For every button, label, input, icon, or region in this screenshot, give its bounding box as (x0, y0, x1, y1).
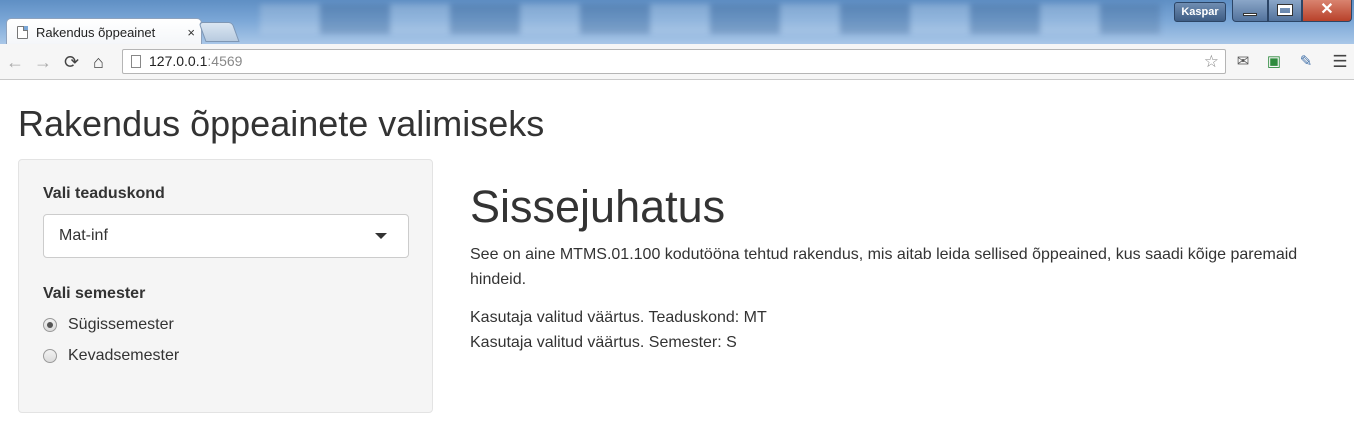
tab-close-icon[interactable]: × (187, 25, 195, 40)
address-bar[interactable]: 127.0.0.1:4569 ☆ (122, 49, 1226, 74)
selected-semester-output: Kasutaja valitud väärtus. Semester: S (470, 334, 737, 351)
url-port: :4569 (207, 53, 243, 69)
page-title: Rakendus õppeainete valimiseks (18, 103, 545, 144)
browser-tab-active[interactable]: Rakendus õppeainet × (6, 18, 202, 44)
radio-button[interactable] (43, 349, 57, 363)
semester-option-label: Kevadsemester (68, 347, 180, 364)
tab-title: Rakendus õppeainet (36, 24, 156, 40)
faculty-select[interactable]: Mat-inf (43, 214, 409, 258)
bookmark-star-icon[interactable]: ☆ (1204, 50, 1219, 73)
home-icon[interactable]: ⌂ (93, 52, 104, 72)
page-icon (131, 55, 141, 68)
faculty-label: Vali teaduskond (43, 185, 165, 202)
chevron-down-icon (375, 233, 387, 239)
sidebar-panel: Vali teaduskond Mat-inf Vali semester Sü… (18, 159, 433, 413)
forward-arrow-icon[interactable]: → (34, 52, 52, 72)
background-tabs-blur (260, 4, 1160, 34)
menu-icon[interactable]: ☰ (1330, 53, 1350, 71)
semester-option-autumn[interactable]: Sügissemester (43, 316, 174, 334)
selected-faculty-output: Kasutaja valitud väärtus. Teaduskond: MT (470, 309, 767, 326)
back-arrow-icon[interactable]: ← (6, 52, 24, 72)
intro-text: See on aine MTMS.01.100 kodutööna tehtud… (470, 246, 1298, 288)
radio-button-checked[interactable] (43, 318, 57, 332)
minimize-icon (1243, 13, 1257, 16)
browser-toolbar: ← → ⟳ ⌂ 127.0.0.1:4569 ☆ ✉ ▣ ✎ ☰ (0, 44, 1354, 80)
page-icon (17, 25, 28, 39)
close-window-button[interactable]: ✕ (1302, 0, 1352, 22)
tool-icon[interactable]: ✎ (1296, 53, 1316, 71)
faculty-select-value: Mat-inf (59, 227, 108, 244)
maximize-button[interactable] (1268, 0, 1302, 22)
semester-option-spring[interactable]: Kevadsemester (43, 347, 179, 365)
maximize-icon (1277, 4, 1293, 16)
new-tab-button[interactable] (198, 22, 240, 42)
window-titlebar: Rakendus õppeainet × Kaspar ✕ (0, 0, 1354, 44)
url-host: 127.0.0.1 (149, 53, 208, 69)
mail-icon[interactable]: ✉ (1233, 53, 1253, 71)
user-profile-badge[interactable]: Kaspar (1174, 2, 1226, 22)
minimize-button[interactable] (1232, 0, 1268, 22)
semester-option-label: Sügissemester (68, 316, 174, 333)
reload-icon[interactable]: ⟳ (64, 52, 79, 72)
semester-label: Vali semester (43, 285, 146, 302)
extension-icon[interactable]: ▣ (1264, 53, 1284, 71)
section-heading: Sissejuhatus (470, 181, 726, 232)
main-panel: Sissejuhatus See on aine MTMS.01.100 kod… (470, 180, 1330, 355)
